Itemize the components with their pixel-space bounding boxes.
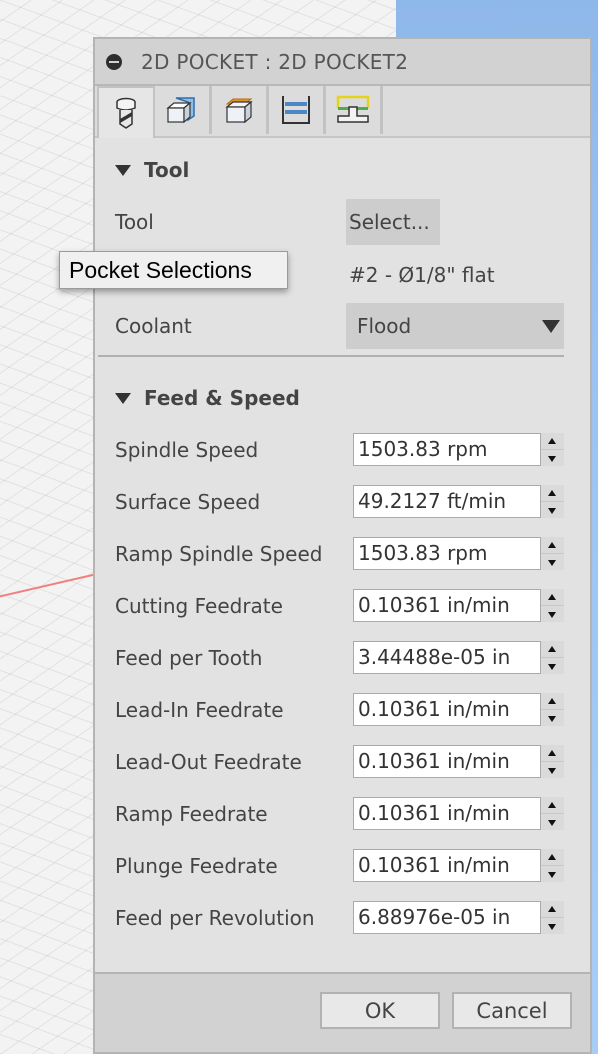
tab-tool[interactable] xyxy=(97,86,155,138)
field-input[interactable]: 0.10361 in/min xyxy=(353,745,541,778)
stepper-up-icon[interactable] xyxy=(541,485,564,502)
stepper-down-icon[interactable] xyxy=(541,554,564,570)
value-stepper xyxy=(541,797,564,830)
tool-value: #2 - Ø1/8" flat xyxy=(349,263,495,287)
field-label: Ramp Spindle Speed xyxy=(115,542,323,566)
passes-icon xyxy=(282,96,310,124)
tool-label: Tool xyxy=(115,210,154,234)
value-stepper xyxy=(541,901,564,934)
collapse-triangle-icon xyxy=(115,392,131,404)
field-label: Feed per Revolution xyxy=(115,906,315,930)
value-stepper xyxy=(541,589,564,622)
feed-speed-section-header[interactable]: Feed & Speed xyxy=(115,386,300,410)
stepper-up-icon[interactable] xyxy=(541,849,564,866)
dialog-title: 2D POCKET : 2D POCKET2 xyxy=(141,49,409,74)
value-stepper xyxy=(541,485,564,518)
stepper-up-icon[interactable] xyxy=(541,745,564,762)
tab-geometry[interactable] xyxy=(155,86,212,134)
ok-button[interactable]: OK xyxy=(320,992,440,1029)
field-label: Feed per Tooth xyxy=(115,646,263,670)
field-label: Cutting Feedrate xyxy=(115,594,283,618)
stepper-down-icon[interactable] xyxy=(541,658,564,674)
coolant-dropdown[interactable]: Flood xyxy=(346,303,564,349)
chevron-down-icon xyxy=(542,320,560,333)
stepper-down-icon[interactable] xyxy=(541,762,564,778)
field-input[interactable]: 0.10361 in/min xyxy=(353,589,541,622)
stepper-up-icon[interactable] xyxy=(541,693,564,710)
value-stepper xyxy=(541,693,564,726)
stepper-down-icon[interactable] xyxy=(541,502,564,518)
section-divider xyxy=(98,355,564,357)
value-stepper xyxy=(541,849,564,882)
field-label: Plunge Feedrate xyxy=(115,854,278,878)
stepper-up-icon[interactable] xyxy=(541,797,564,814)
tool-select-button[interactable]: Select... xyxy=(346,199,440,245)
stepper-up-icon[interactable] xyxy=(541,589,564,606)
heights-stock-icon xyxy=(225,98,253,124)
tab-heights[interactable] xyxy=(212,86,269,134)
stepper-down-icon[interactable] xyxy=(541,450,564,466)
field-input[interactable]: 6.88976e-05 in xyxy=(353,901,541,934)
stepper-down-icon[interactable] xyxy=(541,866,564,882)
field-input[interactable]: 3.44488e-05 in xyxy=(353,641,541,674)
stepper-down-icon[interactable] xyxy=(541,814,564,830)
field-input[interactable]: 0.10361 in/min xyxy=(353,849,541,882)
field-label: Surface Speed xyxy=(115,490,261,514)
field-input[interactable]: 1503.83 rpm xyxy=(353,537,541,570)
tab-bar xyxy=(95,86,590,138)
value-stepper xyxy=(541,537,564,570)
field-input[interactable]: 0.10361 in/min xyxy=(353,693,541,726)
cancel-button[interactable]: Cancel xyxy=(452,992,572,1029)
field-label: Lead-Out Feedrate xyxy=(115,750,302,774)
tooltip: Pocket Selections xyxy=(59,251,288,289)
endmill-tool-icon xyxy=(116,97,136,129)
value-stepper xyxy=(541,745,564,778)
stepper-up-icon[interactable] xyxy=(541,641,564,658)
collapse-icon[interactable] xyxy=(106,53,122,70)
dialog-titlebar: 2D POCKET : 2D POCKET2 xyxy=(95,39,590,86)
field-label: Ramp Feedrate xyxy=(115,802,268,826)
stepper-up-icon[interactable] xyxy=(541,537,564,554)
value-stepper xyxy=(541,641,564,674)
value-stepper xyxy=(541,433,564,466)
tool-section-header[interactable]: Tool xyxy=(115,158,189,182)
field-input[interactable]: 49.2127 ft/min xyxy=(353,485,541,518)
stepper-down-icon[interactable] xyxy=(541,918,564,934)
tab-passes[interactable] xyxy=(269,86,326,134)
pocket-dialog: 2D POCKET : 2D POCKET2 Tool Tool Select.… xyxy=(93,37,592,1054)
field-input[interactable]: 0.10361 in/min xyxy=(353,797,541,830)
coolant-value: Flood xyxy=(357,314,412,338)
dialog-footer: OK Cancel xyxy=(95,974,590,1052)
geometry-box-icon xyxy=(166,97,195,124)
linking-icon xyxy=(336,95,370,123)
field-label: Spindle Speed xyxy=(115,438,259,462)
section-title: Tool xyxy=(144,158,190,182)
tab-linking[interactable] xyxy=(326,86,383,134)
stepper-down-icon[interactable] xyxy=(541,710,564,726)
coolant-label: Coolant xyxy=(115,314,192,338)
stepper-up-icon[interactable] xyxy=(541,901,564,918)
section-title: Feed & Speed xyxy=(144,386,300,410)
field-input[interactable]: 1503.83 rpm xyxy=(353,433,541,466)
stepper-down-icon[interactable] xyxy=(541,606,564,622)
stepper-up-icon[interactable] xyxy=(541,433,564,450)
collapse-triangle-icon xyxy=(115,164,131,176)
field-label: Lead-In Feedrate xyxy=(115,698,284,722)
